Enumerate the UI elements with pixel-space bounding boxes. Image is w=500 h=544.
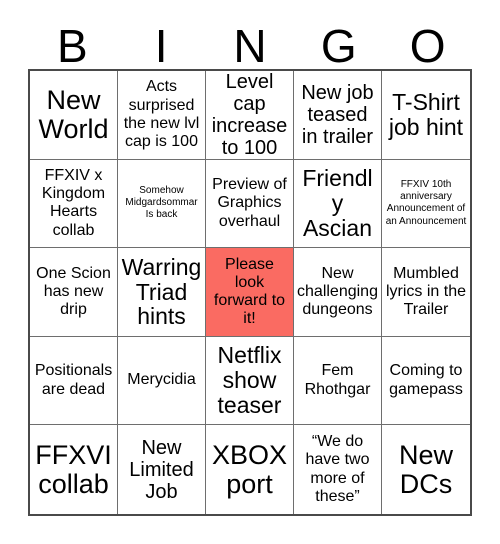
bingo-cell-label: FFXIV 10th anniversary Announcement of a… — [385, 179, 467, 227]
bingo-cell[interactable]: Preview of Graphics overhaul — [206, 159, 294, 249]
bingo-cell[interactable]: Mumbled lyrics in the Trailer — [382, 248, 470, 337]
bingo-cell-label: Mumbled lyrics in the Trailer — [385, 264, 467, 319]
bingo-cell-label: Fem Rhothgar — [304, 362, 371, 398]
bingo-card: B I N G O New World Acts surprised the ne… — [0, 0, 500, 544]
bingo-cell[interactable]: Somehow Midgardsommar Is back — [118, 159, 206, 249]
bingo-cell-label: Somehow Midgardsommar Is back — [125, 185, 198, 221]
bingo-cell[interactable]: One Scion has new drip — [30, 248, 118, 337]
bingo-cell-label: Acts surprised the new lvl cap is 100 — [123, 78, 200, 151]
bingo-cell-label: T-Shirt job hint — [388, 88, 464, 140]
bingo-cell[interactable]: Friendly Ascian — [294, 159, 382, 249]
bingo-cell-label: New World — [38, 84, 109, 144]
bingo-cell-label: New Limited Job — [129, 436, 194, 503]
bingo-cell-label: Warring Triad hints — [121, 253, 202, 330]
bingo-cell[interactable]: New DCs — [382, 425, 470, 514]
bingo-cell[interactable]: New World — [30, 71, 118, 160]
bingo-cell-label: New job teased in trailer — [301, 81, 374, 148]
bingo-cell[interactable]: Merycidia — [118, 336, 206, 426]
bingo-cell-label: FFXVI collab — [35, 439, 112, 499]
bingo-cell[interactable]: Coming to gamepass — [382, 336, 470, 426]
bingo-cell-label: Positionals are dead — [34, 362, 113, 398]
bingo-cell[interactable]: Please look forward to it! — [206, 248, 294, 337]
bingo-cell[interactable]: Positionals are dead — [30, 336, 118, 426]
bingo-grid: New World Acts surprised the new lvl cap … — [28, 69, 472, 516]
bingo-cell-label: New DCs — [398, 439, 453, 499]
bingo-cell-label: Level cap increase to 100 — [211, 71, 288, 159]
bingo-cell-label: Coming to gamepass — [389, 362, 463, 398]
bingo-cell[interactable]: Acts surprised the new lvl cap is 100 — [118, 71, 206, 160]
bingo-cell[interactable]: Netflix show teaser — [206, 336, 294, 426]
bingo-cell[interactable]: FFXIV 10th anniversary Announcement of a… — [382, 159, 470, 249]
bingo-cell[interactable]: New job teased in trailer — [294, 71, 382, 160]
bingo-cell-label: One Scion has new drip — [36, 264, 111, 319]
bingo-cell-label: “We do have two more of these” — [305, 433, 370, 505]
bingo-header-letter-o: O — [409, 20, 446, 72]
bingo-cell-label: XBOX port — [211, 439, 288, 499]
bingo-cell[interactable]: T-Shirt job hint — [382, 71, 470, 160]
bingo-cell[interactable]: New Limited Job — [118, 425, 206, 514]
bingo-header-letter-g: G — [320, 20, 357, 72]
bingo-cell[interactable]: XBOX port — [206, 425, 294, 514]
bingo-cell-label: Friendly Ascian — [302, 165, 373, 241]
bingo-cell[interactable]: New challenging dungeons — [294, 248, 382, 337]
bingo-header-letter-n: N — [233, 20, 267, 72]
bingo-cell[interactable]: “We do have two more of these” — [294, 425, 382, 514]
bingo-cell-label: New challenging dungeons — [297, 264, 378, 319]
bingo-cell[interactable]: FFXIV x Kingdom Hearts collab — [30, 159, 118, 249]
bingo-header-letter-b: B — [57, 20, 88, 72]
bingo-cell-label: Merycidia — [127, 371, 196, 389]
bingo-header: B I N G O — [28, 18, 472, 69]
bingo-cell-label: Netflix show teaser — [217, 342, 282, 418]
bingo-cell-label: Preview of Graphics overhaul — [212, 176, 287, 230]
bingo-cell[interactable]: Fem Rhothgar — [294, 336, 382, 426]
bingo-cell[interactable]: Warring Triad hints — [118, 248, 206, 337]
bingo-cell-label: Please look forward to it! — [213, 255, 286, 328]
bingo-cell[interactable]: FFXVI collab — [30, 425, 118, 514]
bingo-cell-label: FFXIV x Kingdom Hearts collab — [41, 166, 106, 239]
bingo-header-letter-i: I — [154, 20, 168, 72]
bingo-cell[interactable]: Level cap increase to 100 — [206, 71, 294, 160]
